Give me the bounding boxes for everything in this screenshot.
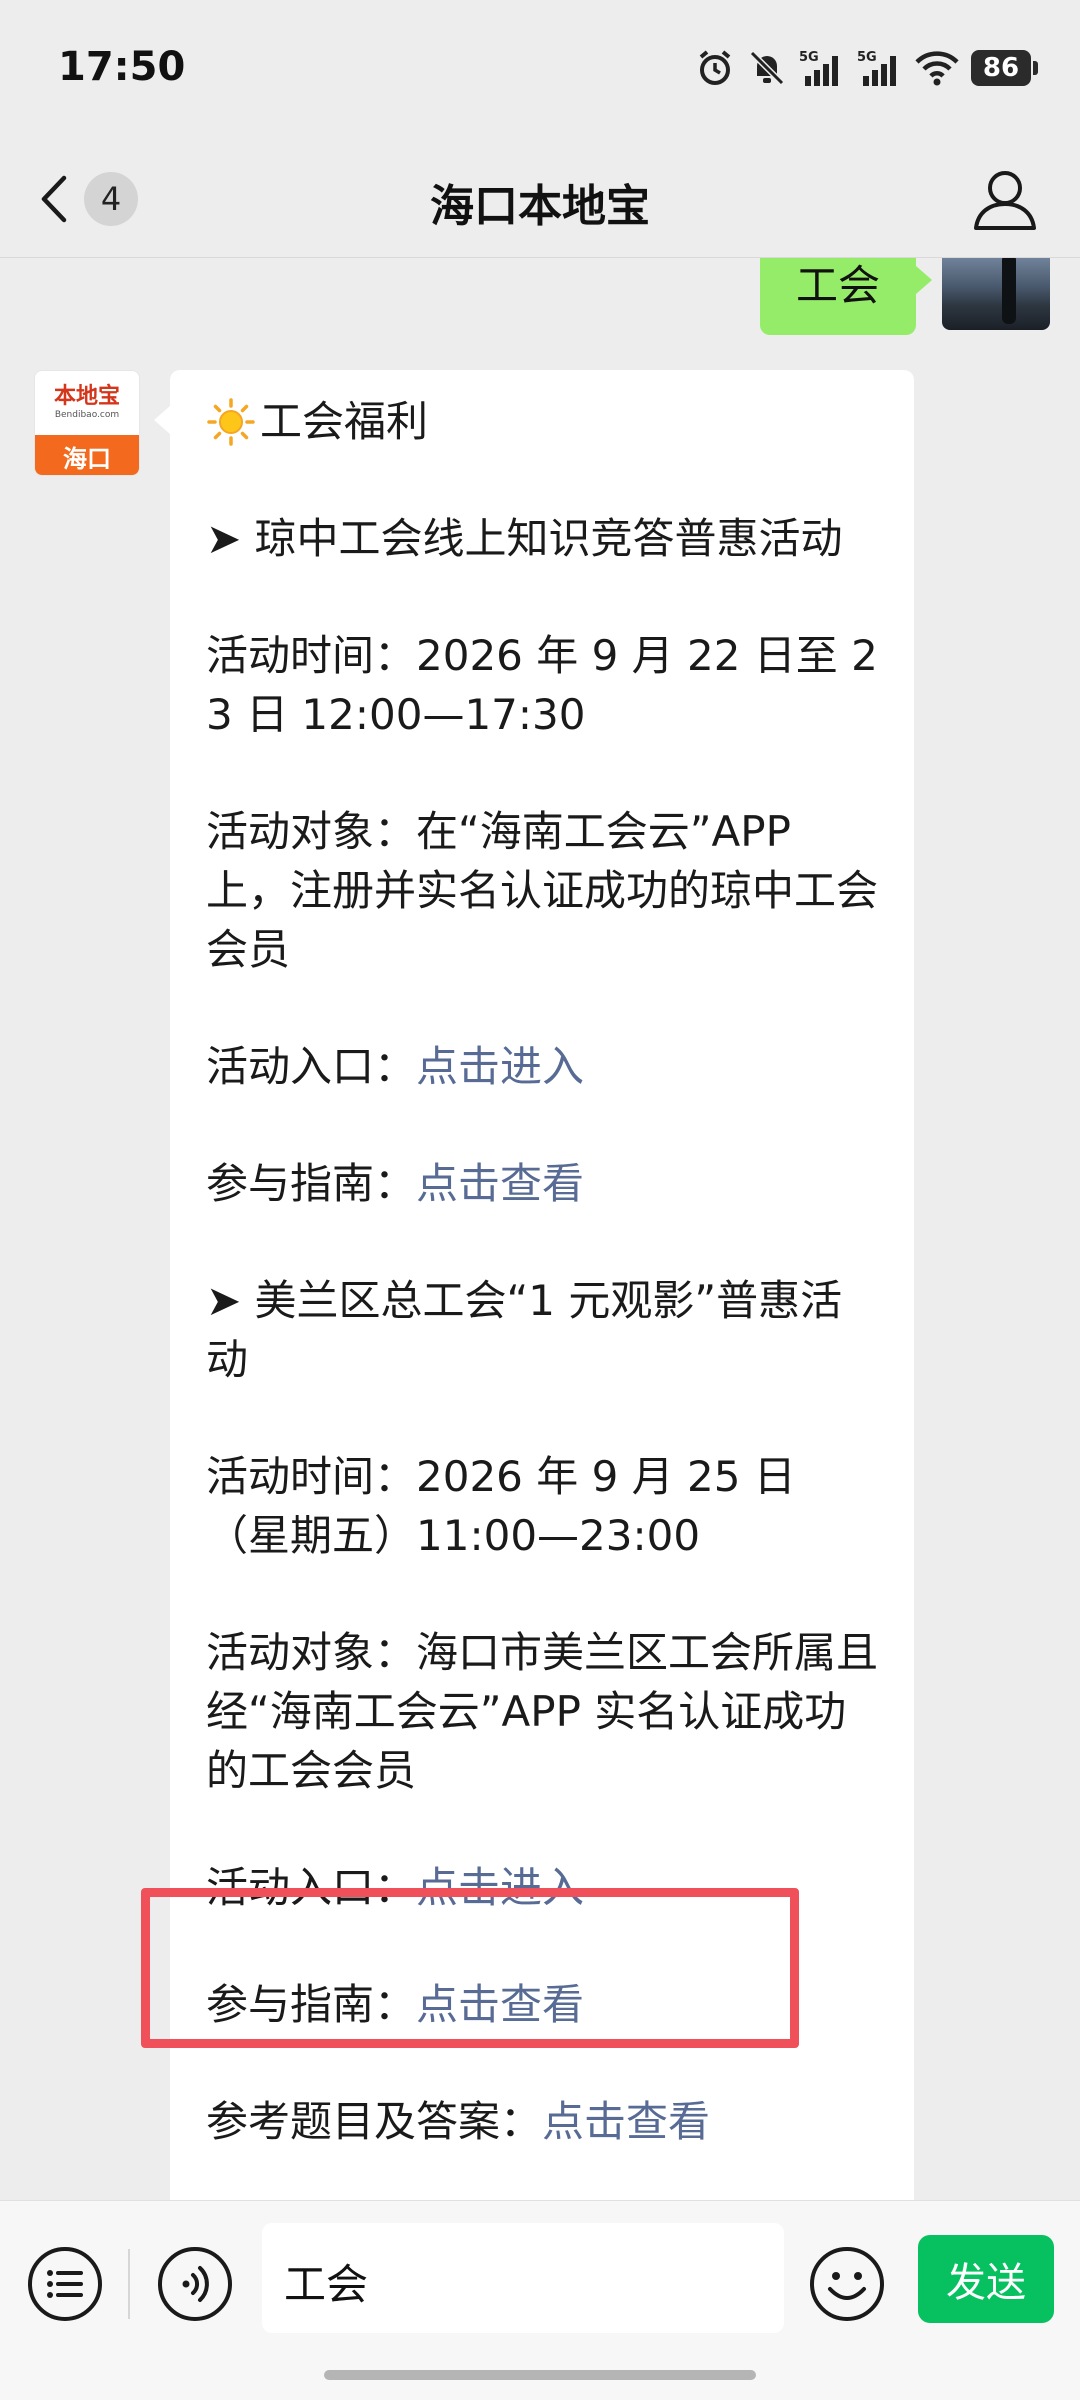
voice-icon [158, 2247, 232, 2321]
page-title: 海口本地宝 [430, 181, 650, 232]
emoji-icon [810, 2247, 884, 2321]
activity-1-time: 活动时间：2026 年 9 月 22 日至 23 日 12:00—17:30 [206, 631, 878, 739]
avatar-city-label: 海口 [35, 435, 139, 475]
reference-label: 参考题目及答案： [206, 2097, 543, 2146]
signal-5g-icon-2: 5G [857, 50, 896, 86]
voice-button[interactable] [156, 2245, 234, 2323]
send-button[interactable]: 发送 [918, 2235, 1054, 2323]
my-message-row: 工会 [759, 258, 1050, 335]
signal-5g-icon: 5G [799, 50, 838, 86]
home-indicator[interactable] [324, 2370, 756, 2380]
sun-icon [207, 397, 255, 446]
bot-message-bubble: 工会福利 ➤ 琼中工会线上知识竞答普惠活动 活动时间：2026 年 9 月 22… [154, 370, 914, 2200]
status-bar: 17:50 5G 5G 86 [0, 0, 1080, 140]
bot-avatar[interactable]: 本地宝 Bendibao.com 海口 [34, 370, 140, 476]
entry-label: 活动入口： [206, 1863, 417, 1912]
activity-2-target: 活动对象：海口市美兰区工会所属且经“海南工会云”APP 实名认证成功的工会会员 [206, 1628, 879, 1795]
message-title: 工会福利 [206, 392, 878, 451]
guide-label: 参与指南： [206, 1159, 417, 1208]
activity-2-heading: ➤ 美兰区总工会“1 元观影”普惠活动 [206, 1276, 843, 1384]
activity-2-time: 活动时间：2026 年 9 月 25 日（星期五）11:00—23:00 [206, 1452, 796, 1560]
nav-bar: 4 海口本地宝 [0, 140, 1080, 258]
entry-label: 活动入口： [206, 1042, 417, 1091]
status-icons: 5G 5G 86 [695, 46, 1038, 90]
svg-text:5G: 5G [857, 50, 877, 65]
avatar-logo-text: 本地宝 [53, 384, 120, 409]
chat-area[interactable]: 工会 本地宝 Bendibao.com 海口 工会福利 ➤ 琼中工会线上知识竞答… [0, 258, 1080, 2200]
profile-button[interactable] [970, 166, 1040, 232]
emoji-button[interactable] [808, 2245, 886, 2323]
person-icon [974, 171, 1036, 230]
activity-2-guide-link[interactable]: 点击查看 [416, 1980, 584, 2029]
avatar-logo-url: Bendibao.com [54, 410, 120, 420]
activity-2-entry: 活动入口：点击进入 [206, 1858, 878, 1917]
activity-1-guide-link[interactable]: 点击查看 [416, 1159, 584, 1208]
alarm-icon [699, 50, 731, 85]
activity-1-target: 活动对象：在“海南工会云”APP 上，注册并实名认证成功的琼中工会会员 [206, 807, 879, 974]
my-avatar[interactable] [942, 258, 1050, 330]
activity-1-heading: ➤ 琼中工会线上知识竞答普惠活动 [206, 514, 843, 563]
my-message-bubble[interactable]: 工会 [759, 258, 933, 335]
activity-2-enter-link[interactable]: 点击进入 [416, 1863, 584, 1912]
activity-1-guide: 参与指南：点击查看 [206, 1154, 878, 1213]
battery-level: 86 [971, 50, 1031, 86]
mute-bell-icon [749, 50, 785, 86]
message-input[interactable]: 工会 [262, 2223, 784, 2333]
reference-answers-link[interactable]: 点击查看 [542, 2097, 710, 2146]
activity-2-guide: 参与指南：点击查看 [206, 1975, 878, 2034]
list-menu-icon [28, 2247, 102, 2321]
menu-button[interactable] [26, 2245, 104, 2323]
wifi-icon [915, 51, 959, 86]
reference-answers: 参考题目及答案：点击查看 [206, 2092, 878, 2151]
message-title-text: 工会福利 [260, 397, 429, 446]
activity-1-entry: 活动入口：点击进入 [206, 1037, 878, 1096]
activity-1-enter-link[interactable]: 点击进入 [416, 1042, 584, 1091]
guide-label: 参与指南： [206, 1980, 417, 2029]
battery-icon: 86 [971, 50, 1038, 86]
svg-text:5G: 5G [799, 50, 819, 65]
input-divider [128, 2249, 130, 2319]
status-time: 17:50 [58, 44, 186, 90]
